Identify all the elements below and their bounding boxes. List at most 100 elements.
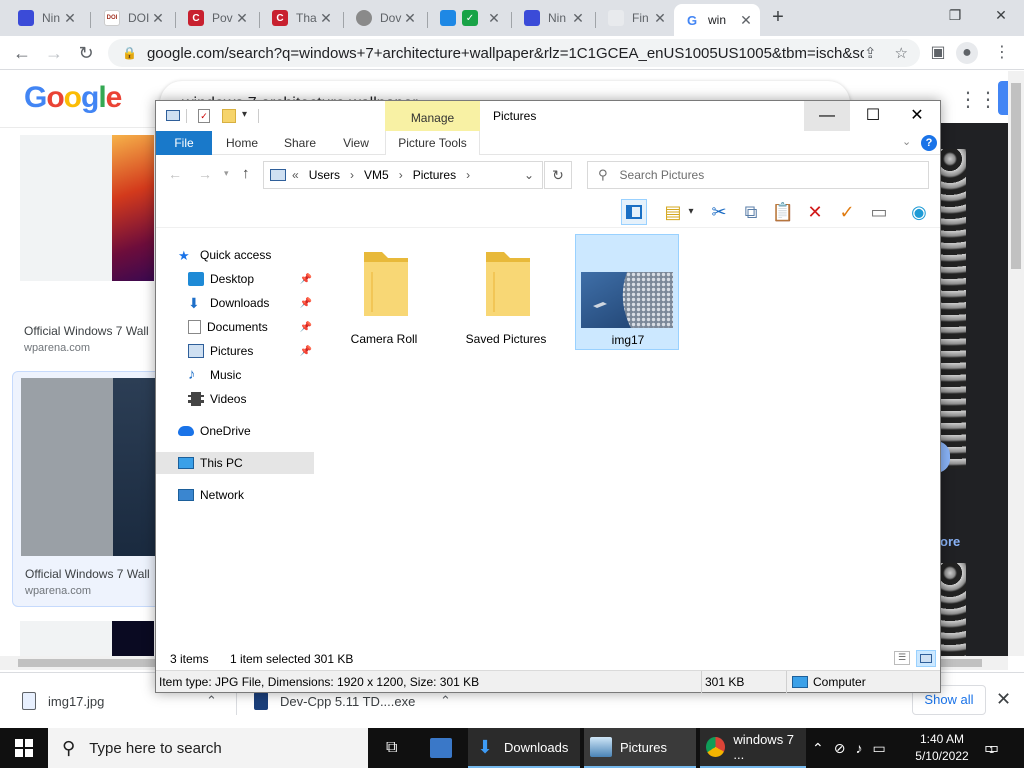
more-link[interactable]: ore [940,534,960,549]
clock[interactable]: 1:40 AM 5/10/2022 [912,731,972,765]
breadcrumb-users[interactable]: Users [309,168,340,182]
forward-arrow-icon[interactable]: → [198,166,212,182]
search-input[interactable]: ⚲ Search Pictures [587,161,929,189]
tab-home[interactable]: Home [216,131,268,155]
preview-pane-icon[interactable] [621,199,647,225]
image-result-card[interactable] [12,619,162,656]
notification-center-icon[interactable]: ▭1 [984,738,999,758]
preview-image[interactable] [940,563,966,656]
taskbar-app[interactable] [424,728,460,768]
task-view-icon[interactable]: ⧉ [380,728,412,768]
quick-access-dropdown-icon[interactable]: ▾ [242,109,247,120]
paste-icon[interactable]: 📋 [770,199,796,225]
result-thumbnail[interactable] [112,135,154,281]
sidebar-item-music[interactable]: ♪ Music [156,364,314,386]
expand-ribbon-icon[interactable]: ⌄ [902,135,911,148]
tab-view[interactable]: View [332,131,380,155]
tab-share[interactable]: Share [274,131,326,155]
avatar[interactable] [998,81,1008,115]
close-icon[interactable]: ✕ [570,10,586,27]
sidebar-item-quick-access[interactable]: ★ Quick access [156,244,314,266]
breadcrumb-vm5[interactable]: VM5 [364,168,389,182]
recent-locations-icon[interactable]: ▾ [224,168,229,179]
image-result-card[interactable]: Official Windows 7 Wall wparena.com [12,371,162,607]
profile-avatar[interactable]: ● [956,42,978,64]
new-folder-icon[interactable] [222,109,236,123]
back-button[interactable]: ← [10,41,34,65]
sidebar-item-downloads[interactable]: ⬇ Downloads 📌 [156,292,314,314]
window-icon[interactable] [166,110,180,121]
start-button[interactable] [0,728,48,768]
browser-tab[interactable]: ✓ ✕ [430,4,508,32]
result-thumbnail[interactable] [21,378,115,556]
new-tab-button[interactable]: + [766,6,790,30]
maximize-button[interactable]: ☐ [850,101,896,131]
result-thumbnail[interactable] [112,621,154,656]
sidebar-item-this-pc[interactable]: This PC [156,452,314,474]
properties-icon[interactable]: ✓ [198,109,210,123]
pin-icon[interactable]: 📌 [300,346,312,357]
result-source[interactable]: wparena.com [24,342,90,354]
address-breadcrumb[interactable]: « Users › VM5 › Pictures › ⌄ [263,161,543,189]
volume-muted-icon[interactable]: ♪ [855,740,862,756]
menu-kebab-icon[interactable]: ⋮ [990,41,1014,65]
folder-item-saved-pictures[interactable]: Saved Pictures [454,234,558,350]
close-icon[interactable]: ✕ [234,10,250,27]
result-title[interactable]: Official Windows 7 Wall [25,567,150,581]
close-icon[interactable]: ✕ [486,10,502,27]
image-result-card[interactable]: Official Windows 7 Wall wparena.com [12,131,162,359]
taskbar-app-chrome[interactable]: windows 7 ... [700,728,806,768]
close-window-button[interactable]: ✕ [986,4,1016,26]
taskbar-search-box[interactable]: ⚲ Type here to search [48,728,368,768]
sidebar-item-pictures[interactable]: Pictures 📌 [156,340,314,362]
help-icon[interactable]: ? [921,135,937,151]
close-icon[interactable]: ✕ [738,12,754,29]
breadcrumb-pictures[interactable]: Pictures [413,168,456,182]
sidebar-item-desktop[interactable]: Desktop 📌 [156,268,314,290]
side-panel-icon[interactable]: ▣ [926,41,950,65]
browser-tab[interactable]: C Pov ✕ [178,4,256,32]
restore-icon[interactable]: ❐ [940,4,970,26]
chevron-up-icon[interactable]: ⌃ [440,693,451,709]
battery-icon[interactable]: ▭ [872,740,885,757]
close-icon[interactable]: ✕ [62,10,78,27]
reload-button[interactable]: ↻ [74,41,98,65]
forward-button[interactable]: → [42,41,66,65]
result-thumbnail[interactable] [113,378,157,556]
chevron-down-icon[interactable]: ▾ [684,199,698,225]
browser-tab[interactable]: Fin ✕ [598,4,674,32]
browser-tab-active[interactable]: G win ✕ [674,4,760,36]
sidebar-item-network[interactable]: Network [156,484,314,506]
taskbar-app-downloads[interactable]: ⬇ Downloads [468,728,580,768]
browser-tab[interactable]: DOI DOI ✕ [94,4,172,32]
breadcrumb-overflow[interactable]: « [292,168,299,182]
chevron-down-icon[interactable]: ⌄ [524,168,534,182]
refresh-button[interactable]: ↻ [544,161,572,189]
close-icon[interactable]: ✕ [996,689,1011,710]
tab-picture-tools[interactable]: Picture Tools [385,131,480,155]
close-icon[interactable]: ✕ [150,10,166,27]
checkmark-icon[interactable]: ✓ [834,199,860,225]
google-logo[interactable]: Google [24,81,122,115]
browser-tab[interactable]: Nin ✕ [8,4,84,32]
chevron-up-icon[interactable]: ⌃ [206,693,217,709]
pin-icon[interactable]: 📌 [300,274,312,285]
browser-tab[interactable]: C Tha ✕ [262,4,340,32]
taskbar-app-pictures[interactable]: Pictures [584,728,696,768]
share-icon[interactable]: ⇪ [864,44,877,62]
large-icons-view-icon[interactable] [916,650,936,667]
address-bar[interactable]: 🔒 google.com/search?q=windows+7+architec… [108,39,920,67]
cut-icon[interactable]: ✂ [706,199,732,225]
copy-icon[interactable]: ⧉ [738,199,764,225]
result-thumbnail[interactable] [20,135,112,281]
up-arrow-icon[interactable]: ↑ [242,165,250,182]
chevron-up-icon[interactable]: ⌃ [812,740,824,757]
sidebar-item-videos[interactable]: Videos [156,388,314,410]
tab-file[interactable]: File [156,131,212,155]
close-icon[interactable]: ✕ [652,10,668,27]
bookmark-star-icon[interactable]: ☆ [895,44,908,62]
preview-image[interactable] [940,149,966,469]
browser-tab[interactable]: Dov ✕ [346,4,424,32]
details-view-icon[interactable]: ☰ [894,651,910,665]
result-title[interactable]: Official Windows 7 Wall [24,324,149,338]
